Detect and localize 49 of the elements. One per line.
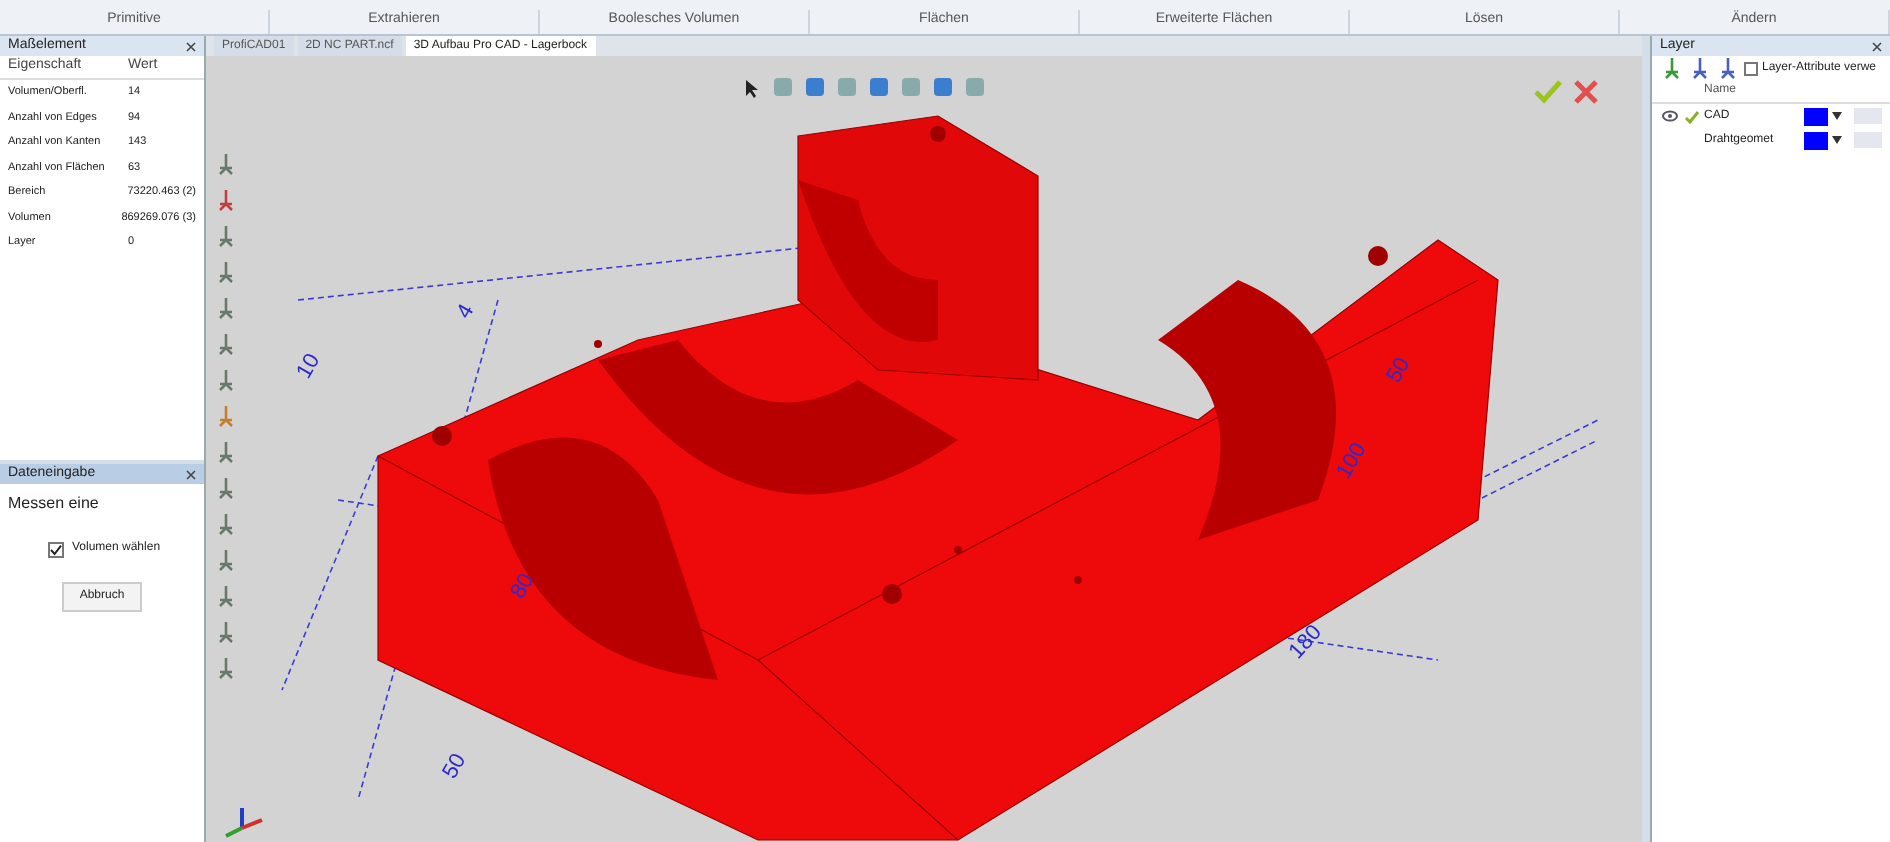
color-swatch[interactable] — [1804, 107, 1828, 125]
dimension-label: 50 — [1382, 353, 1416, 387]
view-tool-icon[interactable] — [836, 76, 858, 98]
view-tool-icon[interactable] — [964, 76, 986, 98]
checkmark-icon[interactable] — [1683, 109, 1699, 123]
linetype-swatch[interactable] — [1854, 132, 1882, 148]
layer-tool-icon[interactable] — [1716, 56, 1740, 80]
view-tool-icon[interactable] — [214, 620, 238, 644]
color-swatch[interactable] — [1804, 131, 1828, 149]
dimension-label: 80 — [506, 569, 540, 603]
pointer-icon[interactable] — [742, 77, 762, 97]
dimension-label: 10 — [292, 349, 326, 383]
caret-icon[interactable] — [1832, 112, 1842, 120]
dimension-label: 180 — [1284, 620, 1328, 664]
view-tool-icon[interactable] — [214, 188, 238, 212]
layer-tool-icon[interactable] — [1688, 56, 1712, 80]
view-tool-icon[interactable] — [932, 76, 954, 98]
checkbox[interactable] — [48, 541, 64, 557]
view-tool-icon[interactable] — [214, 476, 238, 500]
view-tool-icon[interactable] — [214, 224, 238, 248]
view-tool-icon[interactable] — [214, 260, 238, 284]
view-tool-icon[interactable] — [214, 440, 238, 464]
close-icon[interactable] — [1872, 41, 1882, 51]
layer-tool-icon[interactable] — [1660, 56, 1684, 80]
view-tool-icon[interactable] — [214, 584, 238, 608]
view-tool-icon[interactable] — [214, 368, 238, 392]
view-tool-icon[interactable] — [214, 296, 238, 320]
view-tool-icon[interactable] — [804, 76, 826, 98]
dimension-label: 50 — [438, 749, 472, 783]
view-tool-icon[interactable] — [214, 404, 238, 428]
view-tool-icon[interactable] — [772, 76, 794, 98]
close-icon[interactable] — [186, 41, 196, 51]
dimension-label: 4 — [452, 300, 480, 323]
checkbox[interactable] — [1744, 61, 1758, 75]
view-tool-icon[interactable] — [900, 76, 922, 98]
view-tool-icon[interactable] — [214, 548, 238, 572]
panel-heading: Messen eine — [6, 492, 101, 516]
view-tool-icon[interactable] — [868, 76, 890, 98]
linetype-swatch[interactable] — [1854, 108, 1882, 124]
axis-triad-icon — [225, 808, 263, 838]
checkmark-icon[interactable] — [1534, 80, 1562, 104]
caret-icon[interactable] — [1832, 136, 1842, 144]
view-tool-icon[interactable] — [214, 512, 238, 536]
dimension-label: 100 — [1332, 439, 1372, 483]
close-icon[interactable] — [186, 469, 196, 479]
view-tool-icon[interactable] — [214, 152, 238, 176]
view-tool-icon[interactable] — [214, 656, 238, 680]
view-tool-icon[interactable] — [214, 332, 238, 356]
eye-icon[interactable] — [1661, 110, 1677, 122]
